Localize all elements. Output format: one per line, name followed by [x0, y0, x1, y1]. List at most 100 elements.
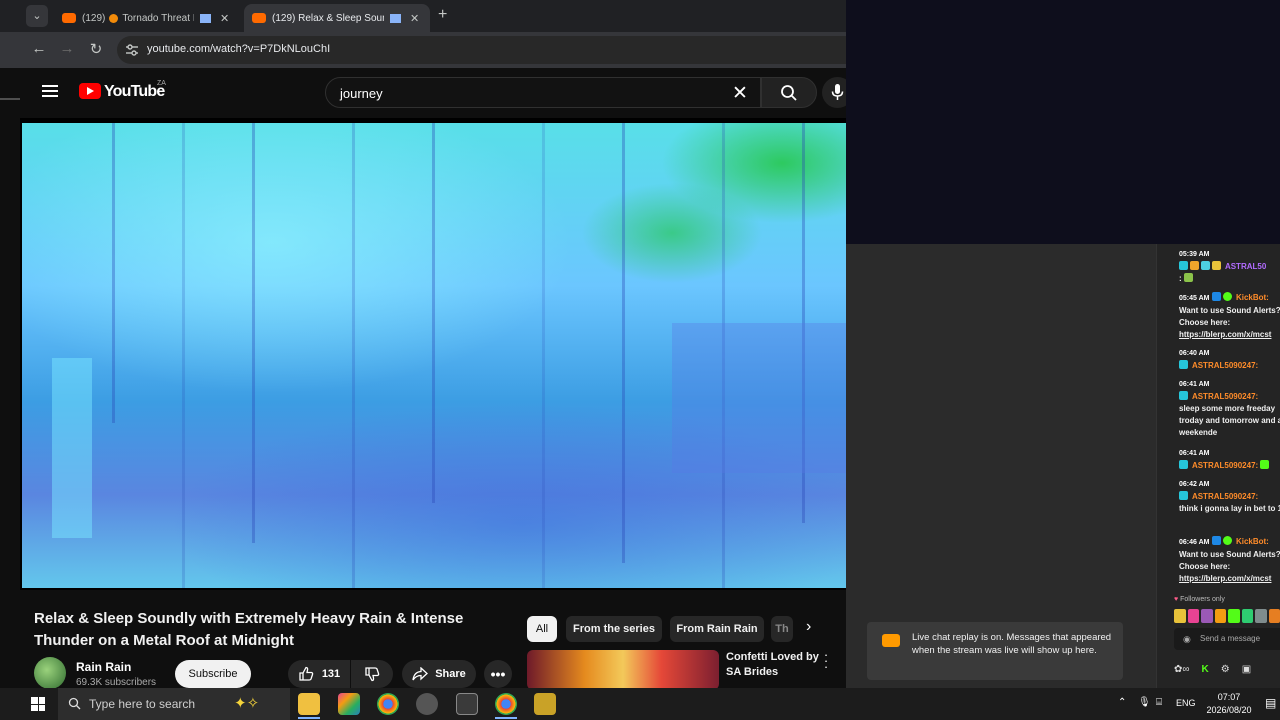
chip-all[interactable]: All [527, 616, 557, 642]
active-app-indicator [298, 717, 320, 719]
tab-relax-sleep[interactable]: (129) Relax & Sleep Soundl ✕ [244, 4, 430, 32]
back-arrow-icon[interactable]: ← [29, 40, 49, 57]
clear-search-icon[interactable]: ✕ [732, 82, 748, 105]
browser-window: ⌄ (129) Tornado Threat In ✕ (129) Relax … [0, 0, 846, 688]
search-icon [781, 85, 797, 101]
tab-count: (129) [82, 12, 106, 24]
chat-settings-small-icon[interactable]: ◉ [1183, 634, 1191, 645]
video-player[interactable] [20, 118, 846, 590]
emote-bar[interactable] [1174, 609, 1280, 625]
more-vertical-icon[interactable]: · · · [822, 648, 830, 673]
kick-logo-icon[interactable]: K [1202, 664, 1209, 675]
voice-search-button[interactable] [822, 77, 846, 108]
browser-toolbar: ← → ↻ youtube.com/watch?v=P7DkNLouChI [0, 32, 846, 100]
file-explorer-icon[interactable] [298, 693, 320, 715]
chat-message: 06:42 AM ASTRAL5090247: think i gonna la… [1179, 481, 1280, 513]
chip-from-channel[interactable]: From Rain Rain [670, 616, 764, 642]
taskbar-search-box[interactable]: Type here to search ✦✧ [58, 688, 290, 720]
share-icon [412, 667, 429, 681]
share-label: Share [435, 668, 466, 680]
gift-icon[interactable]: ▣ [1242, 664, 1251, 675]
chevron-right-icon[interactable]: › [806, 618, 811, 636]
tab-title: Tornado Threat In [122, 12, 194, 24]
country-code: ZA [157, 80, 166, 87]
like-count: 131 [321, 668, 341, 680]
more-actions-button[interactable]: ••• [484, 660, 512, 688]
youtube-header: YouTube ZA journey ✕ [20, 68, 846, 118]
channel-name[interactable]: Rain Rain [76, 660, 131, 674]
chat-message: 05:45 AM KickBot: Want to use Sound Aler… [1179, 292, 1280, 339]
chrome-icon[interactable] [377, 693, 399, 715]
address-bar[interactable]: youtube.com/watch?v=P7DkNLouChI [117, 36, 846, 64]
cast-icon [390, 13, 401, 23]
search-query: journey [340, 86, 383, 101]
youtube-logo-icon[interactable] [79, 83, 101, 99]
live-chat-replay-notice: Live chat replay is on. Messages that ap… [867, 622, 1123, 680]
tab-title: (129) Relax & Sleep Soundl [272, 12, 384, 24]
taskbar-clock[interactable]: 07:07 2026/08/20 [1203, 691, 1255, 717]
site-settings-icon[interactable] [125, 43, 139, 57]
new-tab-button[interactable]: + [438, 6, 447, 24]
gear-icon[interactable]: ⚙ [1221, 664, 1230, 675]
forward-arrow-icon[interactable]: → [57, 40, 77, 57]
language-indicator[interactable]: ENG [1176, 698, 1196, 708]
menu-icon[interactable] [42, 85, 58, 97]
search-icon [68, 697, 81, 710]
chat-message: 06:46 AM KickBot: Want to use Sound Aler… [1179, 536, 1280, 583]
subscriber-count: 69.3K subscribers [76, 677, 157, 688]
microphone-tray-icon[interactable]: 🎙 [1138, 697, 1151, 708]
chip-truncated[interactable]: Th [771, 616, 793, 642]
channel-avatar[interactable] [34, 657, 66, 688]
video-title: Relax & Sleep Soundly with Extremely Hea… [34, 610, 464, 649]
thumbs-down-icon [365, 667, 380, 682]
youtube-favicon-icon [62, 13, 76, 23]
cast-icon [200, 13, 211, 23]
chat-message: 05:39 AM ASTRAL50 : [1179, 251, 1267, 283]
more-horizontal-icon: ••• [490, 666, 506, 682]
chip-from-series[interactable]: From the series [566, 616, 662, 642]
url-text: youtube.com/watch?v=P7DkNLouChI [147, 43, 331, 55]
taskbar-search-placeholder: Type here to search [89, 697, 196, 711]
recommended-title[interactable]: Confetti Loved by SA Brides [726, 650, 826, 680]
heart-icon: ♥ [1174, 596, 1179, 603]
copilot-icon[interactable] [338, 693, 360, 715]
youtube-favicon-icon [252, 13, 266, 23]
chrome-profile-icon[interactable] [495, 693, 517, 715]
network-icon[interactable]: ⌸ [1156, 697, 1162, 708]
live-dot-icon [109, 13, 119, 23]
search-button[interactable] [761, 77, 817, 108]
reload-icon[interactable]: ↻ [86, 40, 106, 58]
close-tab-icon[interactable]: ✕ [410, 12, 422, 25]
dislike-button[interactable] [351, 660, 393, 688]
thumbs-up-icon [299, 666, 314, 681]
subscribe-button[interactable]: Subscribe [175, 660, 251, 688]
snipping-tool-icon[interactable] [456, 693, 478, 715]
followers-only-label: ♥ Followers only [1174, 596, 1225, 603]
youtube-play-icon [882, 634, 900, 647]
dark-background-panel [846, 0, 1280, 244]
video-frame [22, 123, 846, 588]
game-app-icon[interactable] [534, 693, 556, 715]
windows-start-icon[interactable] [31, 697, 45, 711]
obs-icon[interactable] [416, 693, 438, 715]
tab-strip: ⌄ (129) Tornado Threat In ✕ (129) Relax … [0, 0, 846, 32]
clock-time: 07:07 [1217, 692, 1241, 702]
tab-search-button[interactable]: ⌄ [26, 5, 48, 27]
youtube-wordmark[interactable]: YouTube [104, 83, 165, 101]
windows-taskbar: Type here to search ✦✧ ⌃ 🎙 ⌸ ENG 07:07 2… [0, 688, 1280, 720]
chat-footer: ✿∞ K ⚙ ▣ [1174, 660, 1280, 678]
close-tab-icon[interactable]: ✕ [220, 12, 232, 25]
emote-picker-icon[interactable]: ✿∞ [1174, 664, 1190, 675]
share-button[interactable]: Share [402, 660, 476, 688]
live-chat-replay-text: Live chat replay is on. Messages that ap… [912, 632, 1112, 656]
active-app-indicator [495, 717, 517, 719]
search-input[interactable]: journey ✕ [325, 77, 761, 108]
notifications-icon[interactable]: ▤ [1265, 696, 1276, 710]
recommended-thumbnail[interactable] [527, 650, 719, 688]
chat-message: 06:41 AM ASTRAL5090247: [1179, 448, 1280, 472]
tab-tornado-threat[interactable]: (129) Tornado Threat In ✕ [54, 4, 240, 32]
show-hidden-icons-icon[interactable]: ⌃ [1118, 697, 1126, 708]
like-button[interactable]: 131 [288, 660, 350, 688]
chat-message: 06:41 AM ASTRAL5090247: sleep some more … [1179, 381, 1280, 437]
microphone-icon [831, 84, 844, 100]
